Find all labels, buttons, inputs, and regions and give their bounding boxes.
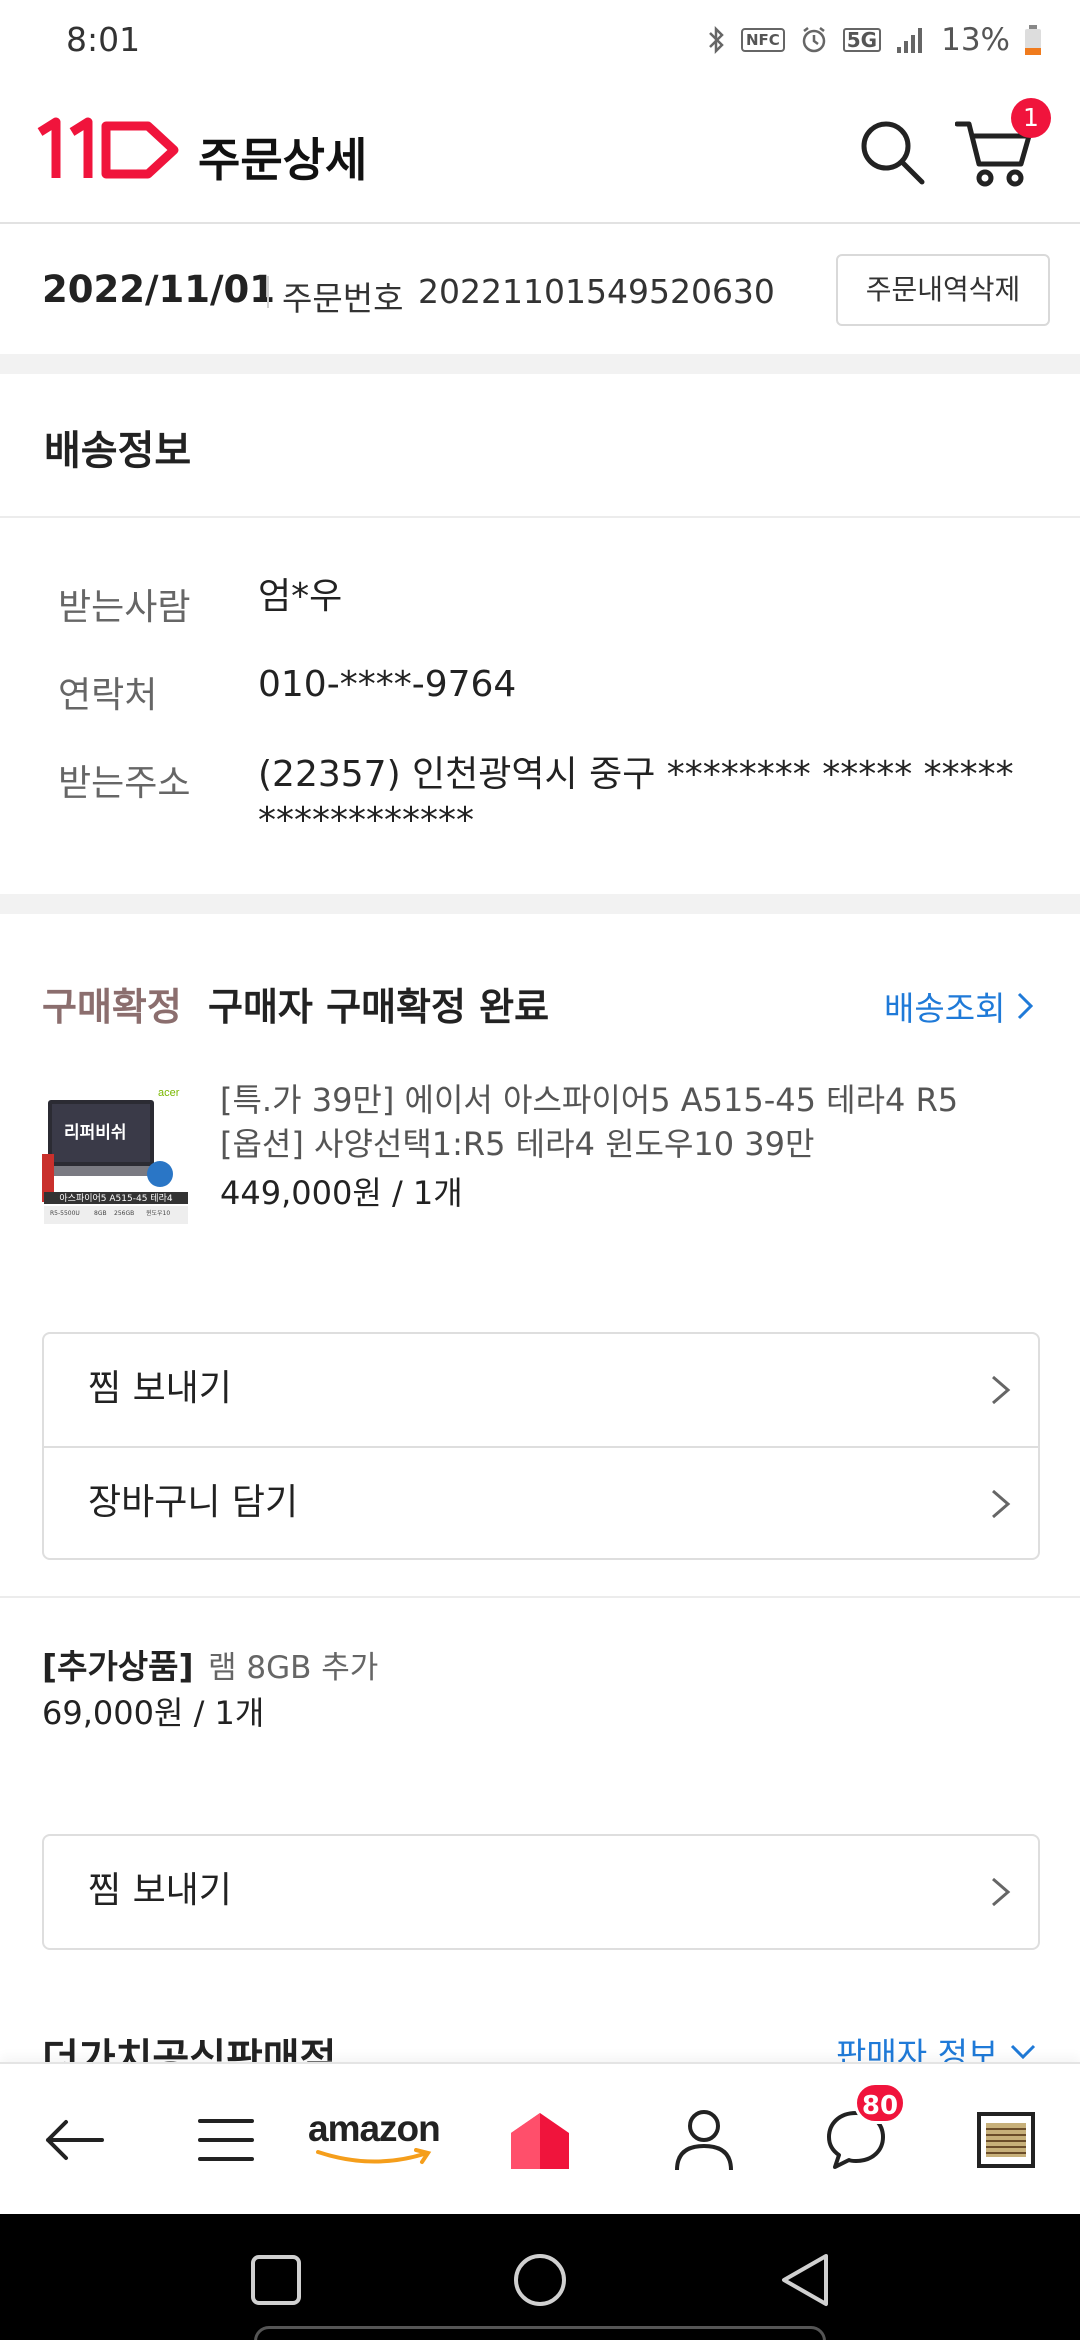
chevron-right-icon <box>992 1375 1011 1405</box>
divider <box>267 276 269 308</box>
bluetooth-icon <box>707 25 727 55</box>
11st-logo[interactable] <box>36 116 184 182</box>
track-delivery-link[interactable]: 배송조회 <box>884 982 1034 1030</box>
home-button[interactable] <box>498 2100 582 2180</box>
address-value: (22357) 인천광역시 중구 ******** ***** ***** <box>258 754 1014 795</box>
chat-button[interactable]: 80 <box>814 2082 906 2180</box>
shipping-title: 배송정보 <box>44 428 192 474</box>
product-name-line: [특.가 39만] 에이서 아스파이어5 A515-45 테라4 R5 <box>220 1081 959 1119</box>
menu-icon <box>198 2119 254 2161</box>
thumb-spec: R5-5500U <box>50 1210 80 1217</box>
amazon-button[interactable]: amazon <box>308 2108 448 2178</box>
address-label: 받는주소 <box>58 763 191 804</box>
delete-order-button[interactable]: 주문내역삭제 <box>836 254 1050 326</box>
chevron-down-icon <box>1011 2044 1036 2060</box>
recent-apps-icon[interactable] <box>250 2254 302 2306</box>
chevron-right-icon <box>992 1489 1011 1519</box>
product-name[interactable]: [특.가 39만] 에이서 아스파이어5 A515-45 테라4 R5 [옵션]… <box>220 1078 1040 1166</box>
product-thumbnail[interactable]: acer 리퍼비쉬 아스파이어5 A515-45 테라4 R5-5500U 8G… <box>42 1084 190 1226</box>
chevron-right-icon <box>1018 992 1034 1020</box>
page-title: 주문상세 <box>198 133 368 187</box>
add-to-cart-button[interactable]: 장바구니 담기 <box>44 1446 1038 1558</box>
product-option-line: [옵션] 사양선택1:R5 테라4 윈도우10 39만 <box>220 1125 815 1163</box>
alarm-icon <box>799 25 829 55</box>
section-gap <box>0 894 1080 914</box>
menu-button[interactable] <box>184 2100 268 2180</box>
gesture-pill <box>254 2326 826 2340</box>
battery-icon <box>1024 24 1042 56</box>
addon-price: 69,000원 / 1개 <box>42 1694 265 1732</box>
recent-thumbnail-icon <box>977 2112 1035 2168</box>
chat-count-badge: 80 <box>854 2082 906 2124</box>
my-page-button[interactable] <box>662 2100 746 2180</box>
product-actions: 찜 보내기 장바구니 담기 <box>42 1332 1040 1560</box>
status-time: 8:01 <box>66 20 141 59</box>
addon-actions: 찜 보내기 <box>42 1834 1040 1950</box>
user-icon <box>675 2110 733 2171</box>
addon-name: 램 8GB 추가 <box>208 1650 379 1686</box>
address-value-line2: ************ <box>258 800 474 841</box>
search-icon <box>861 121 925 185</box>
add-to-cart-label: 장바구니 담기 <box>88 1482 299 1523</box>
amazon-smile-icon <box>316 2148 432 2164</box>
back-button[interactable] <box>32 2100 116 2180</box>
nfc-icon: NFC <box>740 28 785 52</box>
amazon-logo: amazon <box>308 2108 441 2149</box>
home-icon <box>511 2113 569 2169</box>
home-circle-icon[interactable] <box>512 2252 568 2308</box>
addon-send-wish-button[interactable]: 찜 보내기 <box>44 1836 1038 1948</box>
addon-tag: [추가상품] <box>42 1647 194 1686</box>
signal-icon <box>895 25 927 55</box>
cart-button[interactable]: 1 <box>954 98 1051 190</box>
purchase-status-label: 구매확정 <box>42 985 182 1029</box>
order-number-label: 주문번호 <box>282 279 404 318</box>
phone-value: 010-****-9764 <box>258 664 517 705</box>
recent-items-button[interactable] <box>964 2100 1048 2180</box>
back-triangle-icon[interactable] <box>778 2252 832 2308</box>
send-wish-label: 찜 보내기 <box>88 1368 232 1409</box>
product-price: 449,000원 / 1개 <box>220 1174 463 1212</box>
app-header: 주문상세 1 <box>0 80 1080 224</box>
recipient-value: 엄*우 <box>258 576 343 617</box>
thumb-caption: 아스파이어5 A515-45 테라4 <box>59 1193 172 1204</box>
phone-label: 연락처 <box>58 675 158 716</box>
status-bar: 8:01 NFC 5G 13% <box>0 0 1080 80</box>
order-summary: 2022/11/01 주문번호 20221101549520630 주문내역삭제 <box>0 226 1080 354</box>
thumb-spec: 윈도우10 <box>146 1209 170 1217</box>
status-icons: NFC 5G 13% <box>707 18 1042 62</box>
recipient-label: 받는사람 <box>58 587 191 628</box>
bottom-navigation: amazon 80 <box>0 2062 1080 2214</box>
section-gap <box>0 354 1080 374</box>
chevron-right-icon <box>992 1877 1011 1907</box>
thumb-spec: 8GB <box>94 1210 107 1217</box>
track-delivery-label: 배송조회 <box>884 989 1006 1028</box>
thumb-badge: 리퍼비쉬 <box>64 1123 127 1143</box>
android-navigation-bar <box>0 2214 1080 2340</box>
battery-percent: 13% <box>941 22 1010 58</box>
arrow-left-icon <box>46 2120 104 2160</box>
order-date: 2022/11/01 <box>42 268 275 311</box>
cart-count-badge: 1 <box>1011 98 1051 138</box>
5g-icon: 5G <box>842 28 882 52</box>
divider <box>0 516 1080 518</box>
search-button[interactable] <box>856 116 928 188</box>
purchase-status-text: 구매자 구매확정 완료 <box>208 985 550 1029</box>
divider <box>0 1596 1080 1598</box>
thumb-spec: 256GB <box>114 1210 134 1217</box>
send-wish-label: 찜 보내기 <box>88 1870 232 1911</box>
thumb-brand: acer <box>158 1087 180 1099</box>
send-wish-button[interactable]: 찜 보내기 <box>44 1334 1038 1446</box>
order-number: 20221101549520630 <box>418 272 775 311</box>
